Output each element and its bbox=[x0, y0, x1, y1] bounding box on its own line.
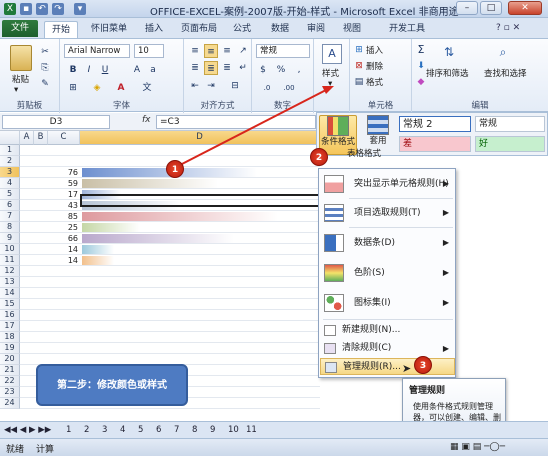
view-buttons-icon[interactable]: ▦ ▣ ▤ ─◯─ bbox=[450, 442, 505, 452]
sheet-tabs-bar: ◀◀ ◀ ▶ ▶▶ 1 2 3 4 5 6 7 8 9 10 11 bbox=[0, 421, 548, 438]
sheet-tab[interactable]: 3 bbox=[102, 423, 107, 437]
annotation-arrows bbox=[179, 86, 334, 166]
red-arrow-head bbox=[322, 86, 334, 94]
status-bar: 就绪 计算 ▦ ▣ ▤ ─◯─ bbox=[0, 438, 548, 456]
sheet-tab[interactable]: 11 bbox=[246, 423, 257, 437]
sheet-nav-icon[interactable]: ◀◀ ◀ ▶ ▶▶ bbox=[4, 423, 51, 437]
sheet-tab[interactable]: 9 bbox=[210, 423, 215, 437]
sheet-tab[interactable]: 1 bbox=[66, 423, 71, 437]
red-arrow-line bbox=[179, 89, 327, 166]
sheet-tab[interactable]: 5 bbox=[138, 423, 143, 437]
sheet-tab[interactable]: 6 bbox=[156, 423, 161, 437]
sheet-tab[interactable]: 10 bbox=[228, 423, 239, 437]
step-badge-2: 2 bbox=[310, 148, 328, 166]
sheet-tab[interactable]: 7 bbox=[174, 423, 179, 437]
step-badge-3: 3 bbox=[414, 356, 432, 374]
step-badge-1: 1 bbox=[166, 160, 184, 178]
sheet-tab[interactable]: 2 bbox=[84, 423, 89, 437]
status-ready: 就绪 bbox=[6, 445, 25, 455]
mouse-cursor-icon: ➤ bbox=[402, 362, 412, 375]
sheet-tab[interactable]: 4 bbox=[120, 423, 125, 437]
status-calc: 计算 bbox=[36, 445, 55, 455]
sheet-tab[interactable]: 8 bbox=[192, 423, 197, 437]
